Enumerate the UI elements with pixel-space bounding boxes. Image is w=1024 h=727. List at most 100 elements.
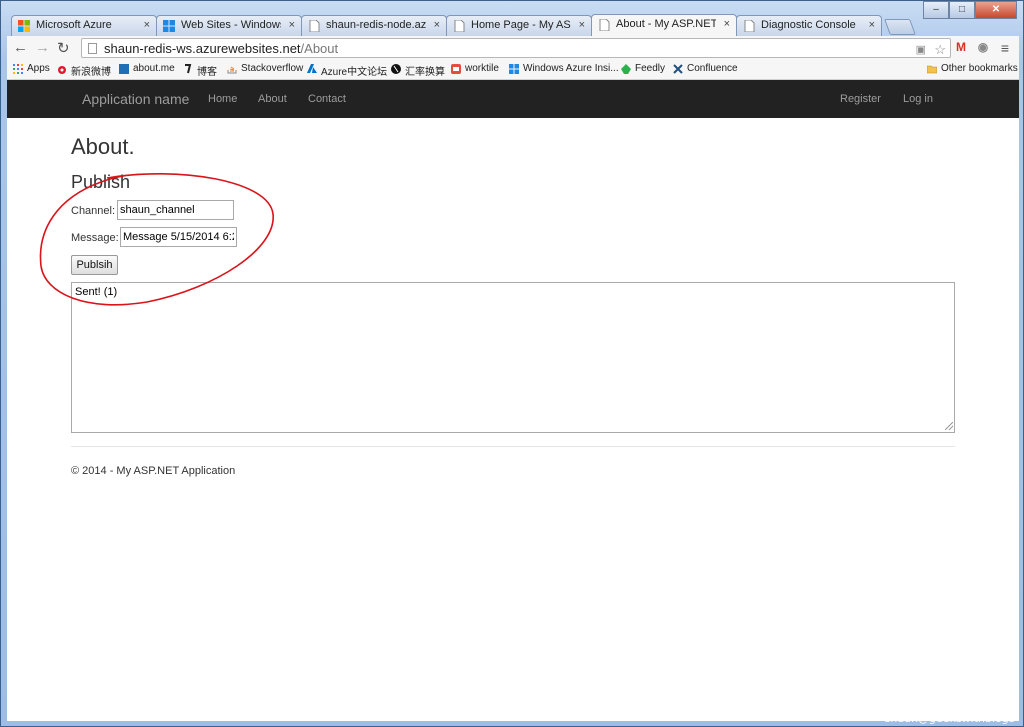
brand-link[interactable]: Application name <box>82 91 189 107</box>
stackoverflow-icon <box>227 66 237 74</box>
extension-globe-icon[interactable]: ◉ <box>975 40 991 56</box>
bookmark-confluence[interactable]: Confluence <box>673 63 738 74</box>
bookmark-windows-azure-insider[interactable]: Windows Azure Insi... <box>509 63 619 74</box>
windows-logo-icon <box>18 20 30 32</box>
page-icon <box>454 20 465 32</box>
message-label: Message: <box>71 232 119 244</box>
back-arrow-icon[interactable]: ← <box>13 39 28 56</box>
minimize-button[interactable]: – <box>923 1 949 19</box>
bookmark-label: 汇率换算 <box>405 67 445 78</box>
site-navbar: Application name Home About Contact Regi… <box>7 80 1019 118</box>
tab-label: Diagnostic Console <box>761 19 856 31</box>
nav-login[interactable]: Log in <box>903 93 933 105</box>
nav-contact[interactable]: Contact <box>308 93 346 105</box>
bookmark-label: Stackoverflow <box>241 63 304 74</box>
channel-label: Channel: <box>71 205 116 217</box>
currency-icon <box>391 64 401 74</box>
url-path: /About <box>300 41 339 56</box>
bookmark-label: Azure中文论坛 <box>321 67 388 78</box>
resize-grip-icon[interactable] <box>945 422 953 430</box>
folder-icon <box>927 65 937 74</box>
window-controls: – □ ✕ <box>923 1 1017 19</box>
bookmark-worktile[interactable]: worktile <box>451 63 499 74</box>
windows-logo-icon <box>163 20 175 32</box>
bookmark-blog[interactable]: 博客 <box>183 63 217 78</box>
reload-icon[interactable]: ↻ <box>57 39 70 57</box>
tab-label: Home Page - My ASP.NET <box>471 19 571 31</box>
browser-toolbar: ← → ↻ shaun-redis-ws.azurewebsites.net/A… <box>7 36 1019 60</box>
tab-label: Web Sites - Windows Azu <box>181 19 281 31</box>
bookmark-stackoverflow[interactable]: Stackoverflow <box>227 63 303 74</box>
tab-about[interactable]: About - My ASP.NET App × <box>591 14 737 36</box>
bookmark-label: 新浪微博 <box>71 67 111 78</box>
watermark: shaun@geekswithblogs <box>885 712 1015 725</box>
tab-redis-node[interactable]: shaun-redis-node.azurew × <box>301 15 447 36</box>
tab-label: shaun-redis-node.azurew <box>326 19 426 31</box>
bookmark-feedly[interactable]: Feedly <box>621 63 665 74</box>
output-textarea[interactable]: Sent! (1) <box>71 282 955 433</box>
footer-text: © 2014 - My ASP.NET Application <box>71 465 236 477</box>
nav-home[interactable]: Home <box>208 93 237 105</box>
address-bar[interactable]: shaun-redis-ws.azurewebsites.net/About ▣… <box>81 38 951 58</box>
apps-grid-icon <box>13 64 23 74</box>
bookmark-other[interactable]: Other bookmarks <box>927 63 1018 74</box>
bookmark-label: worktile <box>465 63 499 74</box>
bookmark-apps[interactable]: Apps <box>13 63 50 74</box>
tab-microsoft-azure[interactable]: Microsoft Azure × <box>11 15 157 36</box>
browser-window: Microsoft Azure × Web Sites - Windows Az… <box>0 0 1024 727</box>
page-icon <box>744 20 755 32</box>
menu-icon[interactable]: ≡ <box>997 40 1013 56</box>
bookmark-label: Confluence <box>687 63 738 74</box>
publish-button[interactable]: Publsih <box>71 255 118 275</box>
window-close-button[interactable]: ✕ <box>975 1 1017 19</box>
tab-diagnostic-console[interactable]: Diagnostic Console × <box>736 15 882 36</box>
windows-logo-icon <box>509 64 519 74</box>
new-tab-button[interactable] <box>884 19 916 35</box>
section-title: Publish <box>71 172 131 192</box>
bookmark-label: Apps <box>27 63 50 74</box>
bookmark-label: Windows Azure Insi... <box>523 63 619 74</box>
bookmarks-bar: Apps 新浪微博 about.me 博客 Stackoverflow Azur… <box>7 60 1019 80</box>
page-icon <box>88 43 97 54</box>
nav-register[interactable]: Register <box>840 93 881 105</box>
tab-label: About - My ASP.NET App <box>616 18 716 30</box>
close-icon[interactable]: × <box>579 19 585 31</box>
page-action-icon[interactable]: ▣ <box>916 43 926 56</box>
maximize-button[interactable]: □ <box>949 1 975 19</box>
bookmark-label: about.me <box>133 63 175 74</box>
tab-strip: Microsoft Azure × Web Sites - Windows Az… <box>11 13 941 36</box>
url-host: shaun-redis-ws.azurewebsites.net <box>104 41 301 56</box>
footer-divider <box>71 446 955 447</box>
tab-home-page[interactable]: Home Page - My ASP.NET × <box>446 15 592 36</box>
forward-arrow-icon[interactable]: → <box>35 39 50 56</box>
feedly-icon <box>621 64 631 74</box>
page-title: About. <box>71 134 135 159</box>
aboutme-icon <box>119 64 129 74</box>
bookmark-azure-forum[interactable]: Azure中文论坛 <box>307 63 387 78</box>
nav-about[interactable]: About <box>258 93 287 105</box>
bookmark-about-me[interactable]: about.me <box>119 63 175 74</box>
worktile-icon <box>451 64 461 74</box>
channel-input[interactable] <box>117 200 234 220</box>
bookmark-label: Other bookmarks <box>941 63 1018 74</box>
close-icon[interactable]: × <box>724 18 730 30</box>
bookmark-label: Feedly <box>635 63 666 74</box>
page-icon <box>309 20 320 32</box>
page-icon <box>599 19 610 31</box>
gmail-icon[interactable]: M <box>953 40 969 56</box>
close-icon[interactable]: × <box>144 19 150 31</box>
tab-web-sites[interactable]: Web Sites - Windows Azu × <box>156 15 302 36</box>
bookmark-currency[interactable]: 汇率换算 <box>391 63 445 78</box>
azure-icon <box>307 64 317 73</box>
bookmark-label: 博客 <box>197 67 217 78</box>
message-input[interactable] <box>120 227 237 247</box>
confluence-icon <box>673 64 683 74</box>
tab-label: Microsoft Azure <box>36 19 112 31</box>
bookmark-weibo[interactable]: 新浪微博 <box>57 63 111 78</box>
page-content: Application name Home About Contact Regi… <box>7 80 1019 721</box>
close-icon[interactable]: × <box>869 19 875 31</box>
star-icon[interactable]: ☆ <box>934 42 946 58</box>
close-icon[interactable]: × <box>289 19 295 31</box>
close-icon[interactable]: × <box>434 19 440 31</box>
blog-icon <box>185 64 192 74</box>
